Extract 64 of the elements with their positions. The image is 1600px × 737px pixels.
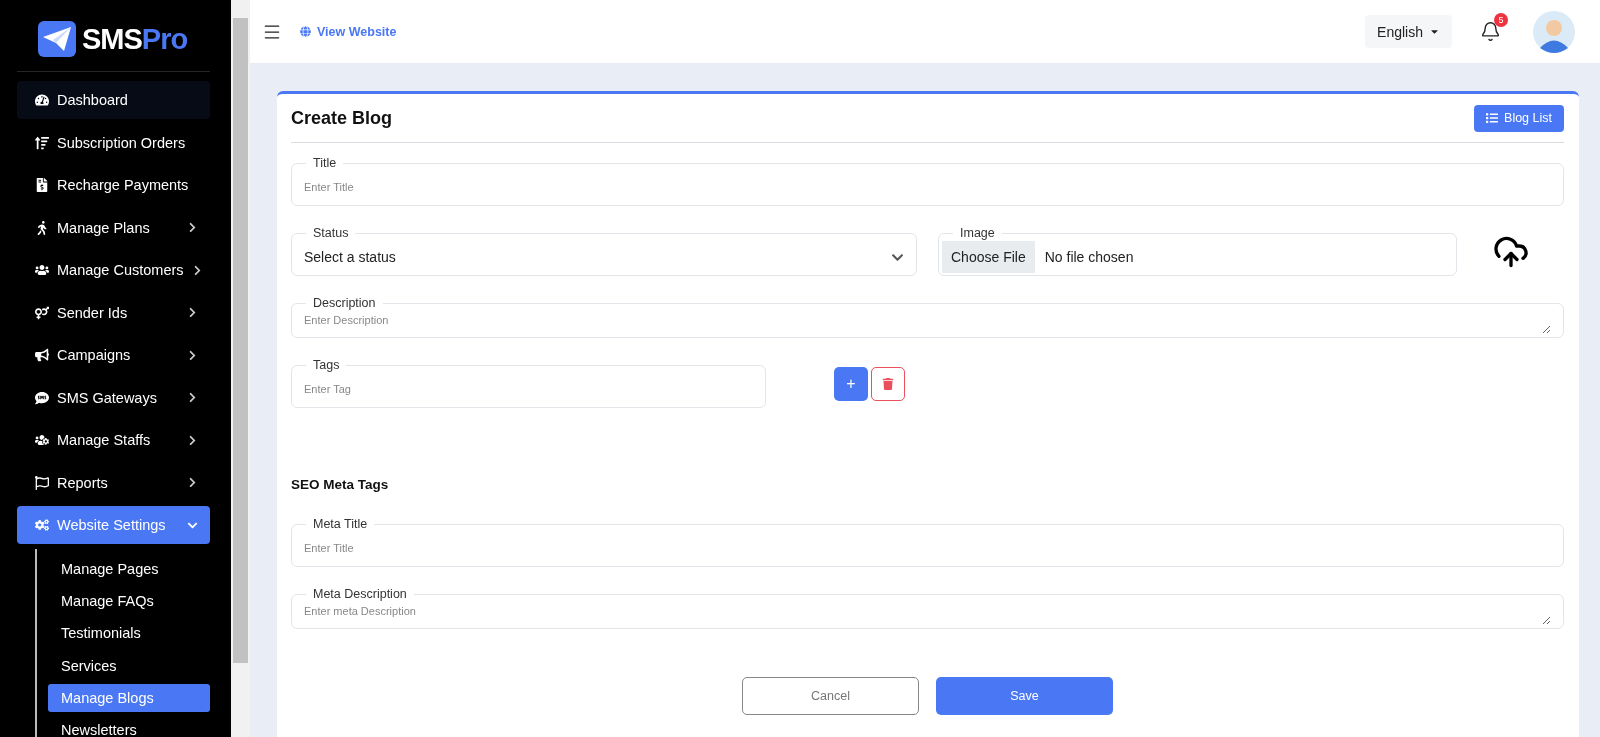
nav-subitem[interactable]: Manage Blogs xyxy=(48,684,210,713)
text-field[interactable]: Meta Title Enter Title xyxy=(291,518,1564,567)
file-name-text: No file chosen xyxy=(1044,249,1134,266)
users-icon xyxy=(35,263,49,277)
trash-icon xyxy=(882,377,894,390)
nav-item[interactable]: Subscription Orders xyxy=(17,123,210,162)
card-title: Create Blog xyxy=(291,107,393,129)
nav-item[interactable]: Manage Staffs xyxy=(17,421,210,459)
add-button[interactable]: + xyxy=(834,366,868,401)
notification-badge: 5 xyxy=(1494,13,1508,27)
view-website-link[interactable]: View Website xyxy=(300,24,397,39)
nav-item[interactable]: Reports xyxy=(17,463,210,502)
field-label: Meta Title xyxy=(312,518,369,531)
save-button[interactable]: Save xyxy=(936,677,1113,715)
nav-item[interactable]: Dashboard xyxy=(17,81,210,119)
nav-item[interactable]: Website Settings xyxy=(17,506,210,544)
sort-icon xyxy=(35,135,49,150)
megaphone-icon xyxy=(35,348,49,362)
nav-item[interactable]: Manage Plans xyxy=(17,208,210,247)
nav-item[interactable]: Manage Customers xyxy=(17,251,210,289)
text-input[interactable]: Enter Title xyxy=(304,540,1551,557)
nav-item[interactable]: SMS Gateways xyxy=(17,378,210,417)
globe-icon xyxy=(300,26,311,37)
image-field[interactable]: Image Choose File No file chosen xyxy=(938,227,1457,276)
nav-item[interactable]: Sender Ids xyxy=(17,293,210,332)
textarea-field[interactable]: Description Enter Description xyxy=(291,297,1564,338)
paper-plane-logo-icon xyxy=(38,21,76,57)
field-label: Title xyxy=(312,157,338,170)
gears-icon xyxy=(35,518,49,532)
field-label: Image xyxy=(959,227,996,240)
nav-item[interactable]: Campaigns xyxy=(17,336,210,374)
tag-input[interactable]: Enter Tag xyxy=(304,381,753,398)
nav-subitem[interactable]: Newsletters xyxy=(48,716,210,737)
nav-subitem[interactable]: Manage FAQs xyxy=(48,586,210,615)
nav-item[interactable]: Recharge Payments xyxy=(17,166,210,204)
choose-file-button[interactable]: Choose File xyxy=(942,241,1035,274)
gauge-icon xyxy=(35,93,49,107)
tag-field[interactable]: Tags Enter Tag xyxy=(291,359,766,408)
field-label: Tags xyxy=(312,359,341,372)
field-label: Description xyxy=(312,297,377,310)
users-gear-icon xyxy=(35,433,49,447)
brand-name: SMSPro xyxy=(82,22,188,56)
field-label: Status xyxy=(312,227,350,240)
nav-subitem[interactable]: Services xyxy=(48,651,210,680)
delete-button[interactable] xyxy=(871,366,905,401)
list-icon xyxy=(1486,112,1499,124)
nav-subitem[interactable]: Manage Pages xyxy=(48,554,210,583)
flag-icon xyxy=(35,475,49,490)
cancel-button[interactable]: Cancel xyxy=(742,677,919,715)
invoice-icon xyxy=(35,178,49,192)
avatar[interactable] xyxy=(1533,10,1575,53)
status-select[interactable]: Status Select a status xyxy=(291,227,917,276)
text-input[interactable]: Enter Title xyxy=(304,179,1551,196)
notification-bell-icon[interactable] xyxy=(1480,21,1501,42)
blog-list-button[interactable]: Blog List xyxy=(1474,104,1564,132)
field-label: Meta Description xyxy=(312,588,408,601)
walking-person-icon xyxy=(35,220,49,235)
textarea-field[interactable]: Meta Description Enter meta Description xyxy=(291,588,1564,629)
chat-bubble-icon xyxy=(35,390,49,405)
text-field[interactable]: Title Enter Title xyxy=(291,157,1564,206)
gender-icon xyxy=(35,305,49,320)
language-dropdown[interactable]: English xyxy=(1365,15,1452,48)
section-heading: SEO Meta Tags xyxy=(291,477,390,492)
nav-subitem[interactable]: Testimonials xyxy=(48,619,210,648)
